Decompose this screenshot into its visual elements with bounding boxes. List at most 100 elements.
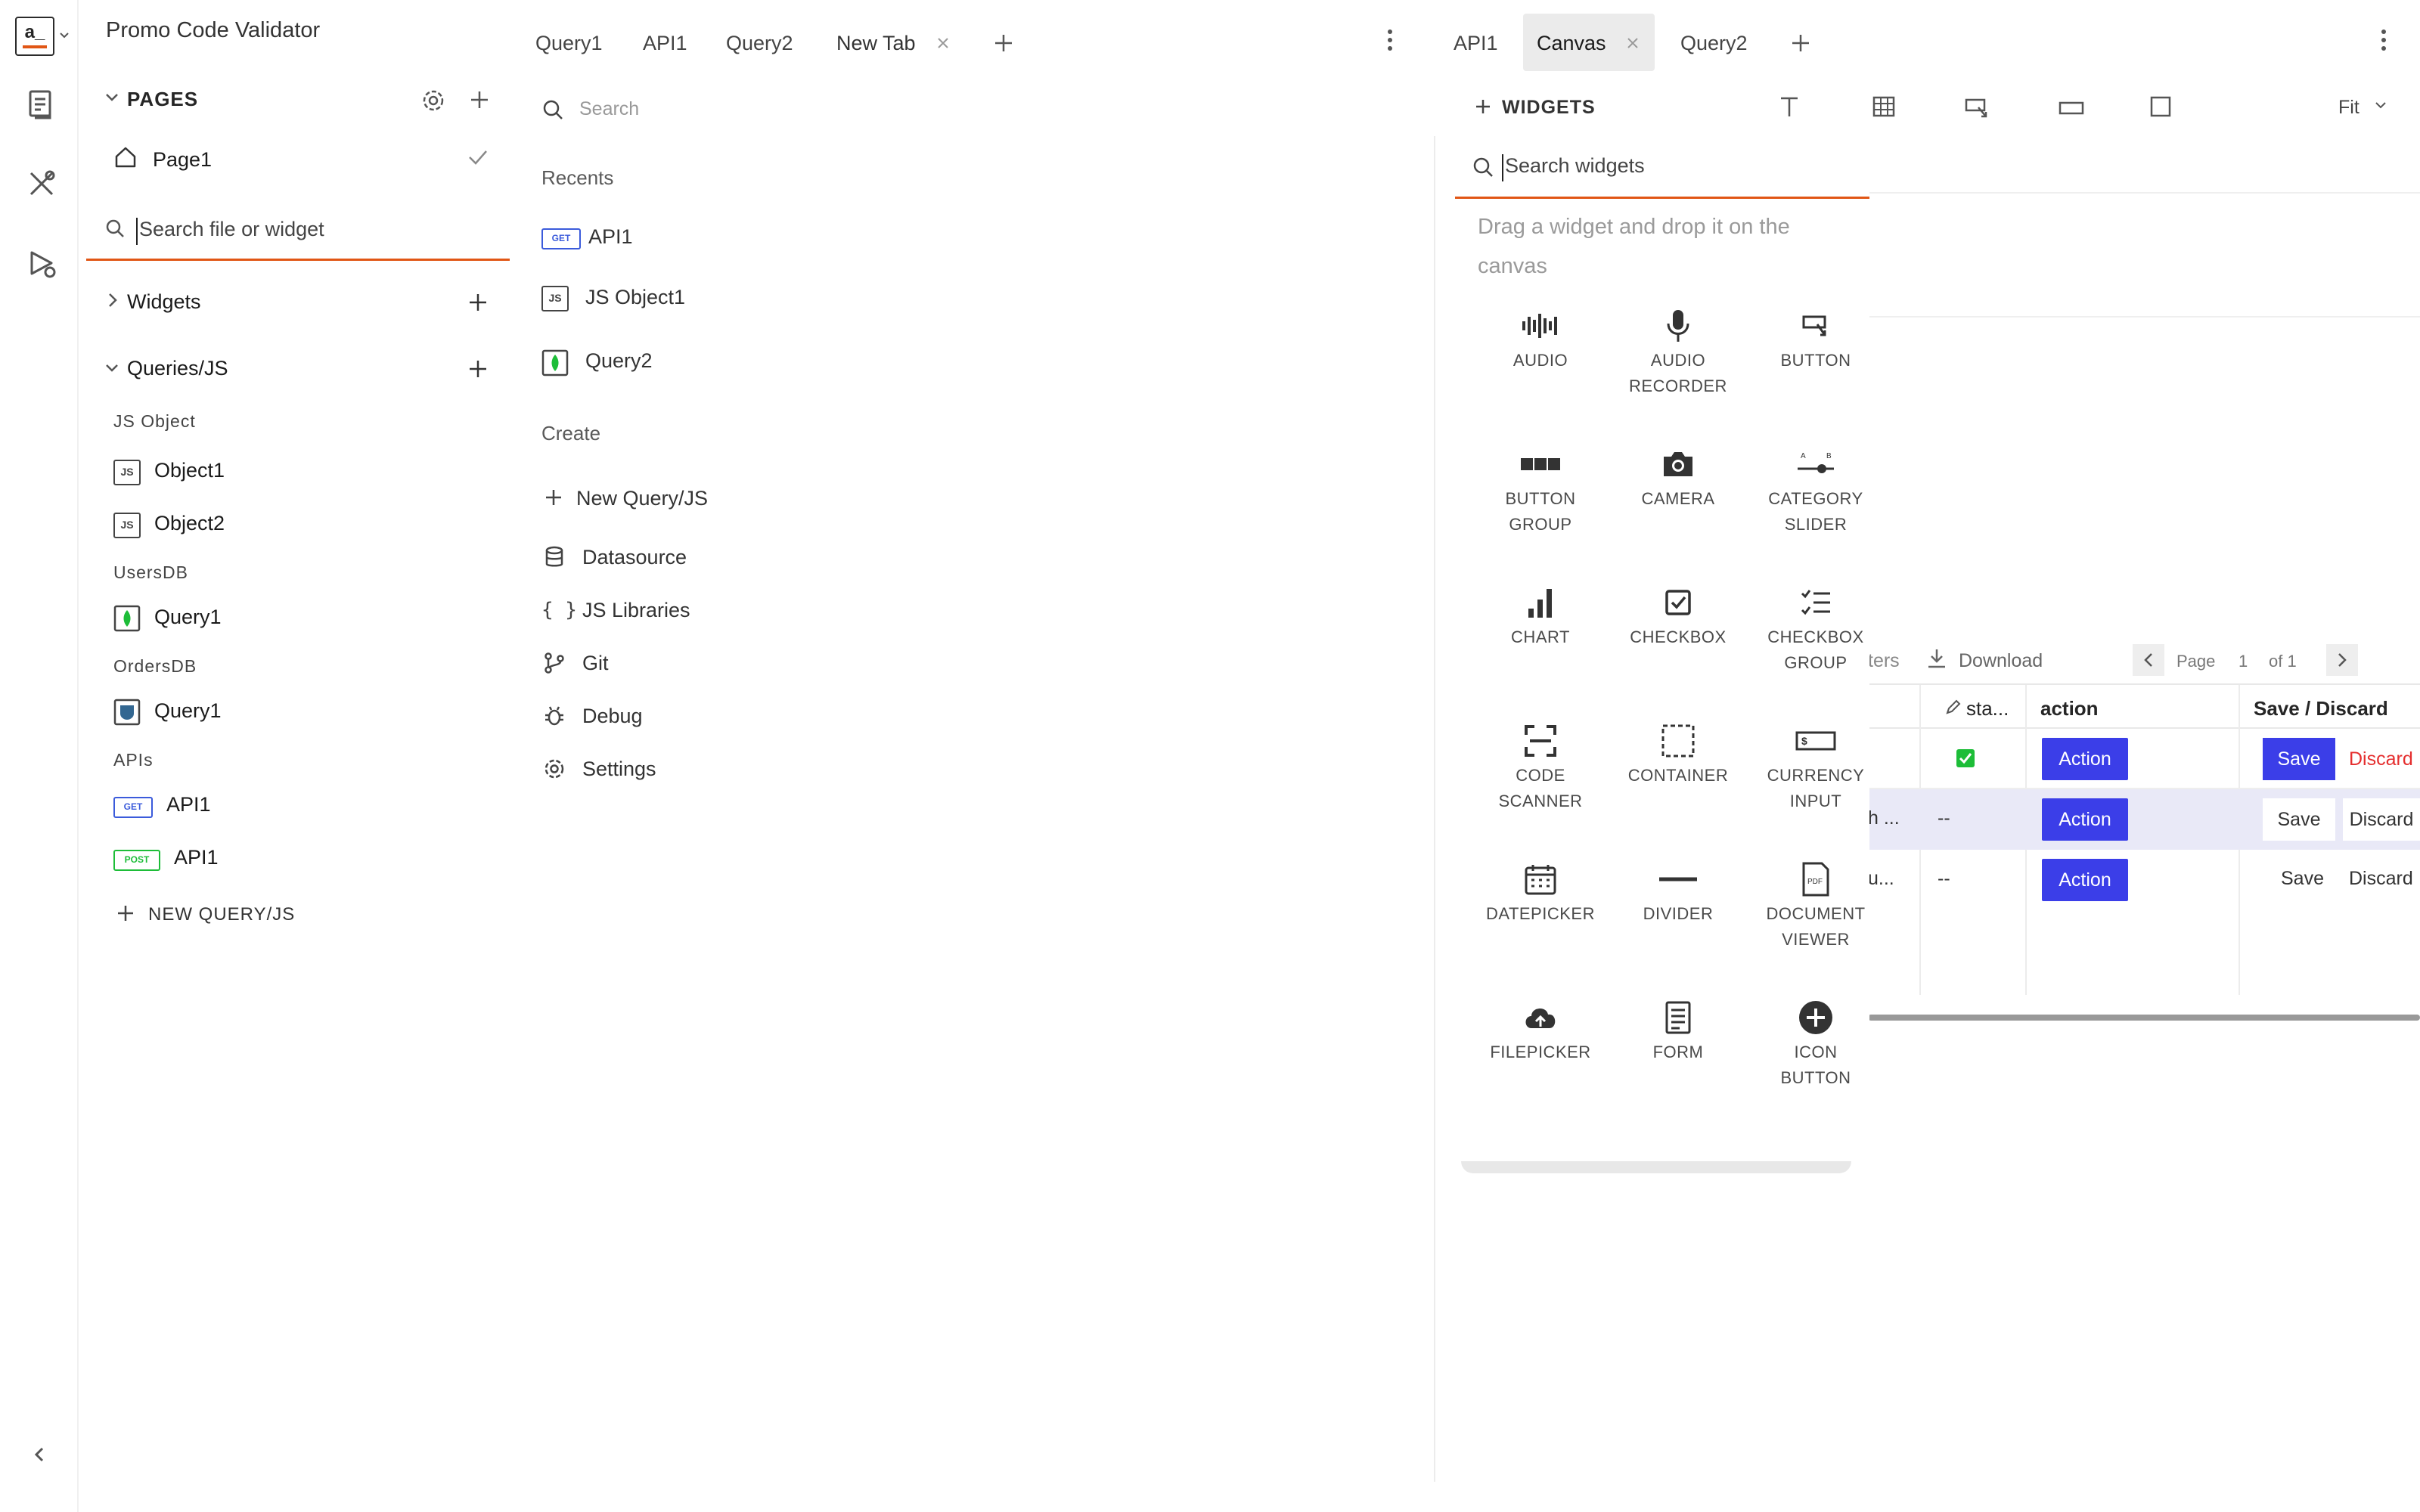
select-tool-icon[interactable] <box>1965 97 1989 119</box>
column-header-status[interactable]: sta... <box>1966 697 2009 720</box>
widget-audio-recorder[interactable]: AUDIO RECORDER <box>1608 305 1748 399</box>
column-header-save-discard[interactable]: Save / Discard <box>2254 697 2388 720</box>
fit-label: Fit <box>2338 97 2360 118</box>
create-new-query[interactable]: New Query/JS <box>576 487 708 510</box>
js-object1[interactable]: Object1 <box>154 459 225 482</box>
save-button[interactable]: Save <box>2263 738 2335 780</box>
add-query-icon[interactable] <box>467 358 489 380</box>
text-tool-icon[interactable] <box>1779 95 1800 118</box>
recent-js-object1[interactable]: JS Object1 <box>585 286 685 309</box>
api-get-item[interactable]: API1 <box>166 793 211 816</box>
widget-button[interactable]: BUTTON <box>1745 305 1886 373</box>
widget-code-scanner[interactable]: CODE SCANNER <box>1470 720 1611 814</box>
queries-section[interactable]: Queries/JS <box>127 357 228 380</box>
widget-search-input[interactable]: Search widgets <box>1502 154 1645 181</box>
add-widget-icon[interactable] <box>467 292 489 313</box>
table-row[interactable]: h ... -- Action Save Discard <box>1868 789 2420 850</box>
close-icon[interactable] <box>1626 36 1640 50</box>
close-icon[interactable] <box>936 36 950 50</box>
create-js-libraries[interactable]: JS Libraries <box>582 599 690 622</box>
discard-button[interactable]: Discard <box>2349 748 2413 770</box>
add-page-icon[interactable] <box>469 89 490 110</box>
widget-label: SLIDER <box>1784 515 1848 534</box>
discard-button[interactable]: Discard <box>2343 798 2420 841</box>
widget-chart[interactable]: CHART <box>1470 582 1611 650</box>
more-icon[interactable] <box>2381 29 2387 51</box>
create-datasource[interactable]: Datasource <box>582 546 687 569</box>
action-button[interactable]: Action <box>2042 738 2128 780</box>
chevron-right-icon[interactable] <box>107 292 118 308</box>
table-row[interactable]: Action Save Discard <box>1868 729 2420 789</box>
pane-divider[interactable] <box>1434 136 1435 1482</box>
next-page-button[interactable] <box>2326 644 2358 676</box>
chevron-down-icon[interactable] <box>104 92 119 103</box>
add-tab-icon[interactable] <box>994 33 1013 53</box>
widget-camera[interactable]: CAMERA <box>1608 444 1748 512</box>
collapse-icon[interactable] <box>33 1445 45 1464</box>
widget-checkbox[interactable]: CHECKBOX <box>1608 582 1748 650</box>
add-tab-icon[interactable] <box>1791 33 1810 53</box>
gear-icon[interactable] <box>420 88 446 113</box>
discard-button[interactable]: Discard <box>2349 868 2413 890</box>
horizontal-scrollbar[interactable] <box>1868 1015 2420 1021</box>
tab-query1[interactable]: Query1 <box>535 32 603 55</box>
app-logo[interactable]: a_ <box>15 17 54 56</box>
column-header-action[interactable]: action <box>2040 697 2099 720</box>
chevron-down-icon[interactable] <box>104 363 119 373</box>
save-button[interactable]: Save <box>2281 868 2324 890</box>
page-input[interactable]: 1 <box>2238 652 2248 671</box>
query-search-input[interactable]: Search <box>579 98 639 120</box>
explorer-search-input[interactable]: Search file or widget <box>136 218 484 245</box>
orders-query1[interactable]: Query1 <box>154 699 222 723</box>
recent-api1[interactable]: API1 <box>588 225 633 249</box>
tab-query2[interactable]: Query2 <box>726 32 793 55</box>
table-tool-icon[interactable] <box>1872 95 1895 118</box>
pages-icon[interactable] <box>27 89 56 119</box>
checked-checkbox-icon[interactable] <box>1956 748 1975 768</box>
canvas-tab-query2[interactable]: Query2 <box>1680 32 1748 55</box>
panel-scrollbar[interactable] <box>1461 1161 1851 1173</box>
tab-api1[interactable]: API1 <box>643 32 687 55</box>
users-query1[interactable]: Query1 <box>154 606 222 629</box>
widgets-section[interactable]: Widgets <box>127 290 201 314</box>
container-tool-icon[interactable] <box>2149 95 2172 118</box>
canvas-tab-canvas[interactable]: Canvas <box>1523 14 1655 71</box>
download-icon[interactable] <box>1925 647 1948 670</box>
create-debug[interactable]: Debug <box>582 705 643 728</box>
action-button[interactable]: Action <box>2042 798 2128 841</box>
widget-form[interactable]: FORM <box>1608 997 1748 1065</box>
plus-icon[interactable] <box>116 904 135 922</box>
widget-document-viewer[interactable]: PDF DOCUMENT VIEWER <box>1745 859 1886 953</box>
new-query-button[interactable]: NEW QUERY/JS <box>148 904 295 925</box>
page-item-page1[interactable]: Page1 <box>153 148 212 172</box>
widgets-button[interactable]: WIDGETS <box>1502 97 1596 119</box>
save-button[interactable]: Save <box>2263 798 2335 841</box>
widget-button-group[interactable]: BUTTON GROUP <box>1470 444 1611 538</box>
action-button[interactable]: Action <box>2042 859 2128 901</box>
js-object2[interactable]: Object2 <box>154 512 225 535</box>
create-git[interactable]: Git <box>582 652 609 675</box>
widget-divider[interactable]: DIVIDER <box>1608 859 1748 927</box>
widget-category-slider[interactable]: A B CATEGORY SLIDER <box>1745 444 1886 538</box>
widget-filepicker[interactable]: FILEPICKER <box>1470 997 1611 1065</box>
prev-page-button[interactable] <box>2133 644 2164 676</box>
widget-datepicker[interactable]: DATEPICKER <box>1470 859 1611 927</box>
zoom-fit-dropdown[interactable]: Fit <box>2338 97 2399 119</box>
run-icon[interactable] <box>27 249 57 280</box>
create-settings[interactable]: Settings <box>582 758 656 781</box>
widget-container[interactable]: CONTAINER <box>1608 720 1748 789</box>
canvas-tab-api1[interactable]: API1 <box>1454 32 1498 55</box>
table-row[interactable]: u... -- Action Save Discard <box>1868 850 2420 910</box>
more-icon[interactable] <box>1387 29 1393 51</box>
tools-icon[interactable] <box>27 169 56 198</box>
api-post-item[interactable]: API1 <box>174 846 219 869</box>
widget-icon-button[interactable]: ICON BUTTON <box>1745 997 1886 1091</box>
recent-query2[interactable]: Query2 <box>585 349 653 373</box>
widget-checkbox-group[interactable]: CHECKBOX GROUP <box>1745 582 1886 676</box>
chevron-down-icon[interactable] <box>59 32 70 39</box>
input-tool-icon[interactable] <box>2059 100 2084 116</box>
widget-currency-input[interactable]: $ CURRENCY INPUT <box>1745 720 1886 814</box>
tab-new-tab[interactable]: New Tab <box>836 32 916 55</box>
download-button[interactable]: Download <box>1959 650 2043 672</box>
widget-audio[interactable]: AUDIO <box>1470 305 1611 373</box>
